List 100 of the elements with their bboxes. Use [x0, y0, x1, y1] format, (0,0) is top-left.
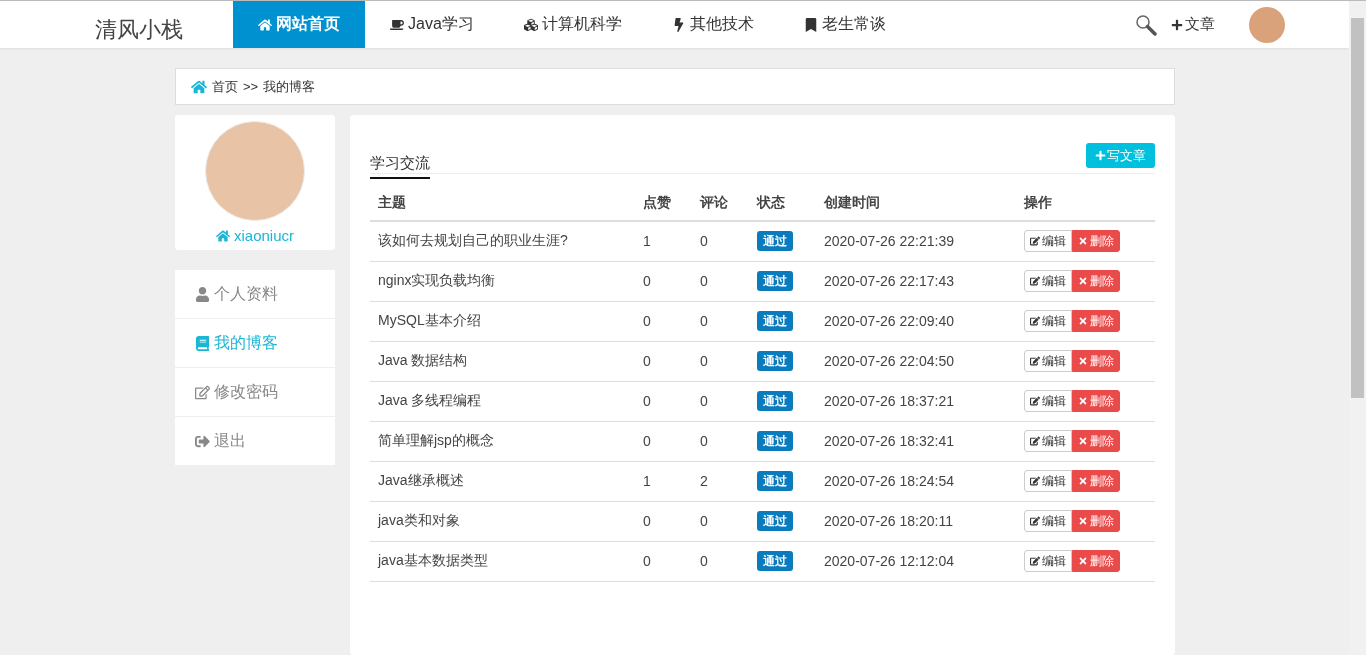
column-header: 操作 — [1016, 184, 1155, 221]
home-icon — [258, 17, 272, 32]
edit-button[interactable]: 编辑 — [1024, 510, 1072, 532]
column-header: 评论 — [692, 184, 749, 221]
user-avatar[interactable] — [1249, 6, 1285, 43]
delete-button[interactable]: 删除 — [1072, 350, 1120, 372]
edit-button[interactable]: 编辑 — [1024, 310, 1072, 332]
edit-button[interactable]: 编辑 — [1024, 470, 1072, 492]
edit-icon — [195, 384, 210, 400]
table-cell: 0 — [692, 221, 749, 261]
scrollbar-thumb[interactable] — [1351, 18, 1364, 398]
edit-button[interactable]: 编辑 — [1024, 230, 1072, 253]
delete-button[interactable]: 删除 — [1072, 270, 1120, 292]
close-icon — [1078, 556, 1088, 566]
edit-icon — [1030, 236, 1040, 247]
table-cell: 0 — [635, 341, 692, 381]
table-cell: Java 数据结构 — [370, 341, 635, 381]
edit-icon — [1030, 276, 1040, 286]
edit-button[interactable]: 编辑 — [1024, 270, 1072, 292]
delete-button[interactable]: 删除 — [1072, 470, 1120, 492]
delete-button[interactable]: 删除 — [1072, 430, 1120, 452]
close-icon — [1078, 396, 1088, 406]
table-cell: java类和对象 — [370, 501, 635, 541]
breadcrumb-current: 我的博客 — [263, 77, 316, 96]
column-header: 状态 — [749, 184, 816, 221]
search-icon[interactable] — [1135, 13, 1157, 36]
close-icon — [1078, 276, 1088, 286]
cup-icon — [390, 17, 404, 32]
plus-icon — [1171, 18, 1183, 31]
table-cell: 0 — [692, 541, 749, 581]
table-cell: 2 — [692, 461, 749, 501]
edit-button[interactable]: 编辑 — [1024, 430, 1072, 452]
column-header: 创建时间 — [816, 184, 1016, 221]
nav-link[interactable]: 老生常谈 — [778, 1, 911, 48]
close-icon — [1078, 316, 1088, 326]
table-cell: 0 — [692, 261, 749, 301]
sidebar-item[interactable]: 退出 — [175, 417, 335, 466]
sidebar-item[interactable]: 修改密码 — [175, 368, 335, 417]
edit-icon — [1030, 396, 1040, 406]
nav-link[interactable]: 网站首页 — [233, 1, 365, 48]
table-cell: 2020-07-26 12:12:04 — [816, 541, 1016, 581]
table-cell: 0 — [635, 301, 692, 341]
close-icon — [1078, 436, 1088, 446]
table-cell: 2020-07-26 18:37:21 — [816, 381, 1016, 421]
table-cell: 2020-07-26 18:32:41 — [816, 421, 1016, 461]
user-icon — [195, 286, 210, 302]
table-cell: 2020-07-26 18:20:11 — [816, 501, 1016, 541]
nav-link[interactable]: 其他技术 — [646, 1, 779, 48]
home-icon — [191, 78, 207, 95]
table-cell: 0 — [635, 421, 692, 461]
close-icon — [1078, 236, 1088, 247]
status-badge: 通过 — [757, 431, 793, 451]
edit-button[interactable]: 编辑 — [1024, 390, 1072, 412]
edit-icon — [1030, 316, 1040, 326]
table-cell: 2020-07-26 22:17:43 — [816, 261, 1016, 301]
table-cell: 0 — [635, 381, 692, 421]
status-badge: 通过 — [757, 311, 793, 331]
table-cell: 2020-07-26 22:04:50 — [816, 341, 1016, 381]
plus-icon — [1095, 150, 1106, 161]
delete-button[interactable]: 删除 — [1072, 510, 1120, 532]
home-icon — [216, 228, 230, 243]
delete-button[interactable]: 删除 — [1072, 390, 1120, 412]
table-cell: 2020-07-26 22:21:39 — [816, 221, 1016, 261]
table-cell: 0 — [692, 341, 749, 381]
column-header: 主题 — [370, 184, 635, 221]
table-cell: 0 — [692, 501, 749, 541]
exit-icon — [195, 433, 210, 449]
table-cell: 0 — [635, 541, 692, 581]
breadcrumb-link[interactable]: 首页 — [212, 77, 238, 96]
nav-link[interactable]: Java学习 — [365, 1, 499, 48]
table-cell: 0 — [635, 261, 692, 301]
edit-icon — [1030, 476, 1040, 486]
table-cell: java基本数据类型 — [370, 541, 635, 581]
table-cell: 简单理解jsp的概念 — [370, 421, 635, 461]
status-badge: 通过 — [757, 351, 793, 371]
breadcrumb-separator: >> — [243, 79, 259, 94]
write-article-link[interactable]: 文章 — [1171, 15, 1215, 34]
sidebar-item[interactable]: 个人资料 — [175, 270, 335, 319]
delete-button[interactable]: 删除 — [1072, 550, 1120, 572]
tab[interactable]: 学习交流 — [370, 152, 430, 179]
delete-button[interactable]: 删除 — [1072, 310, 1120, 332]
nav-link[interactable]: 计算机科学 — [498, 1, 647, 48]
column-header: 点赞 — [635, 184, 692, 221]
edit-button[interactable]: 编辑 — [1024, 350, 1072, 372]
edit-button[interactable]: 编辑 — [1024, 550, 1072, 572]
close-icon — [1078, 476, 1088, 486]
table-cell: Java 多线程编程 — [370, 381, 635, 421]
table-cell: 该如何去规划自己的职业生涯? — [370, 221, 635, 261]
close-icon — [1078, 356, 1088, 366]
site-logo[interactable]: 清风小栈 — [0, 1, 233, 48]
status-badge: 通过 — [757, 391, 793, 411]
edit-icon — [1030, 356, 1040, 366]
bookmark-icon — [803, 17, 818, 32]
edit-icon — [1030, 436, 1040, 446]
edit-icon — [1030, 556, 1040, 566]
table-cell: 1 — [635, 221, 692, 261]
status-badge: 通过 — [757, 271, 793, 291]
close-icon — [1078, 516, 1088, 526]
table-cell: 0 — [692, 301, 749, 341]
delete-button[interactable]: 删除 — [1072, 230, 1120, 253]
